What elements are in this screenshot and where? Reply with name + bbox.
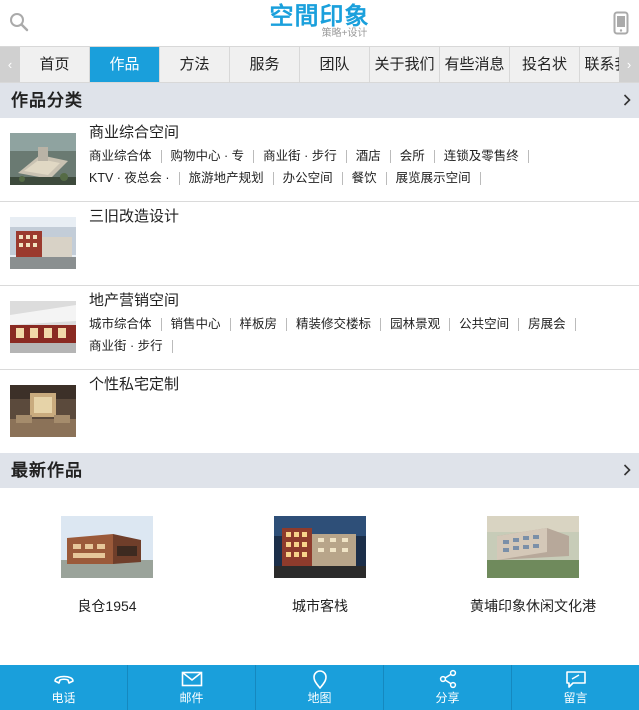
category-item[interactable]: 个性私宅定制 — [0, 370, 639, 454]
category-item[interactable]: 三旧改造设计 — [0, 202, 639, 286]
work-thumbnail-image — [61, 516, 153, 578]
section-title: 最新作品 — [11, 461, 83, 480]
map-pin-icon — [312, 670, 327, 689]
tab-pledge[interactable]: 投名状 — [510, 47, 580, 82]
subcategory-link[interactable]: 连锁及零售终 — [444, 150, 529, 163]
tab-news[interactable]: 有些消息 — [440, 47, 510, 82]
subcategory-link[interactable]: 会所 — [400, 150, 435, 163]
subcategory-link[interactable]: 公共空间 — [459, 318, 520, 331]
tab-about[interactable]: 关于我们 — [370, 47, 440, 82]
bottom-item-label: 留言 — [563, 691, 588, 705]
work-title: 良仓1954 — [77, 598, 137, 614]
latest-works-grid: 良仓1954 城市客栈 黄埔印象休闲文化港 — [0, 488, 639, 665]
subcategory-link[interactable]: 商业街 · 步行 — [89, 340, 173, 353]
subcategory-link[interactable]: 商业综合体 — [89, 150, 162, 163]
bottom-action-bar: 电话 邮件 地图 分享 留言 — [0, 665, 639, 710]
category-thumbnail-image — [10, 217, 76, 269]
bottom-item-label: 分享 — [435, 691, 460, 705]
tab-home[interactable]: 首页 — [20, 47, 90, 82]
subcategory-link[interactable]: 商业街 · 步行 — [263, 150, 347, 163]
subcategory-link[interactable]: 销售中心 — [171, 318, 231, 331]
logo-name: 空間印象 — [269, 2, 370, 30]
mail-button[interactable]: 邮件 — [128, 665, 256, 710]
tab-works[interactable]: 作品 — [90, 47, 160, 82]
nav-scroll-left-icon[interactable]: ‹ — [0, 47, 20, 82]
section-title: 作品分类 — [11, 91, 83, 110]
nav-scroll-right-icon[interactable]: › — [619, 47, 639, 82]
nav-tabs: 首页 作品 方法 服务 团队 关于我们 有些消息 投名状 联系我们 — [20, 47, 639, 82]
share-button[interactable]: 分享 — [384, 665, 512, 710]
subcategory-list: 商业综合体 购物中心 · 专商业街 · 步行 酒店 会所 连锁及零售终 KTV · 夜总会… — [89, 145, 634, 189]
share-icon — [439, 669, 456, 689]
subcategory-link[interactable]: 园林景观 — [390, 318, 451, 331]
map-button[interactable]: 地图 — [256, 665, 384, 710]
latest-section-header[interactable]: 最新作品 — [0, 453, 639, 488]
category-thumbnail-image — [10, 301, 76, 353]
phone-icon — [53, 675, 74, 684]
phone-button[interactable]: 电话 — [0, 665, 128, 710]
work-card[interactable]: 良仓1954 — [17, 516, 197, 615]
subcategory-link[interactable]: 旅游地产规划 — [189, 172, 274, 185]
work-card[interactable]: 城市客栈 — [230, 516, 410, 615]
bottom-item-label: 地图 — [307, 691, 332, 705]
mobile-phone-icon[interactable] — [613, 11, 629, 35]
category-thumbnail-image — [10, 385, 76, 437]
subcategory-link[interactable]: 城市综合体 — [89, 318, 162, 331]
tab-team[interactable]: 团队 — [300, 47, 370, 82]
message-icon — [565, 671, 586, 688]
subcategory-link[interactable]: 精装修交楼标 — [296, 318, 382, 331]
category-name: 个性私宅定制 — [89, 376, 180, 393]
work-thumbnail-image — [274, 516, 366, 578]
main-nav: ‹ 首页 作品 方法 服务 团队 关于我们 有些消息 投名状 联系我们 › — [0, 46, 639, 83]
category-thumbnail-image — [10, 133, 76, 185]
subcategory-link[interactable]: KTV · 夜总会 · — [89, 172, 180, 185]
subcategory-link[interactable]: 展览展示空间 — [396, 172, 481, 185]
bottom-item-label: 电话 — [51, 691, 76, 705]
category-item[interactable]: 商业综合空间 商业综合体 购物中心 · 专商业街 · 步行 酒店 会所 连锁及零售终 KT… — [0, 118, 639, 202]
category-name: 商业综合空间 — [89, 124, 180, 141]
logo[interactable]: 空間印象 策略+设计 — [0, 2, 639, 40]
subcategory-link[interactable]: 餐饮 — [352, 172, 387, 185]
subcategory-link[interactable]: 房展会 — [528, 318, 576, 331]
tab-services[interactable]: 服务 — [230, 47, 300, 82]
category-name: 地产营销空间 — [89, 292, 180, 309]
work-title: 城市客栈 — [292, 598, 348, 614]
mail-icon — [181, 671, 202, 687]
work-card[interactable]: 黄埔印象休闲文化港 — [443, 516, 623, 615]
categories-section-header[interactable]: 作品分类 — [0, 83, 639, 118]
app-header: 空間印象 策略+设计 — [0, 0, 639, 46]
category-name: 三旧改造设计 — [89, 208, 180, 225]
subcategory-link[interactable]: 办公空间 — [283, 172, 343, 185]
subcategory-list: 城市综合体 销售中心 样板房 精装修交楼标 园林景观 公共空间 房展会商业街 · 步行 — [89, 313, 634, 357]
work-thumbnail-image — [487, 516, 579, 578]
chevron-right-icon — [623, 464, 631, 476]
bottom-item-label: 邮件 — [179, 691, 204, 705]
subcategory-link[interactable]: 样板房 — [240, 318, 288, 331]
subcategory-link[interactable]: 购物中心 · 专 — [171, 150, 255, 163]
message-button[interactable]: 留言 — [512, 665, 639, 710]
work-title: 黄埔印象休闲文化港 — [470, 598, 596, 614]
tab-method[interactable]: 方法 — [160, 47, 230, 82]
category-item[interactable]: 地产营销空间 城市综合体 销售中心 样板房 精装修交楼标 园林景观 公共空间 房展会商业街 … — [0, 286, 639, 370]
subcategory-link[interactable]: 酒店 — [356, 150, 391, 163]
chevron-right-icon — [623, 94, 631, 106]
